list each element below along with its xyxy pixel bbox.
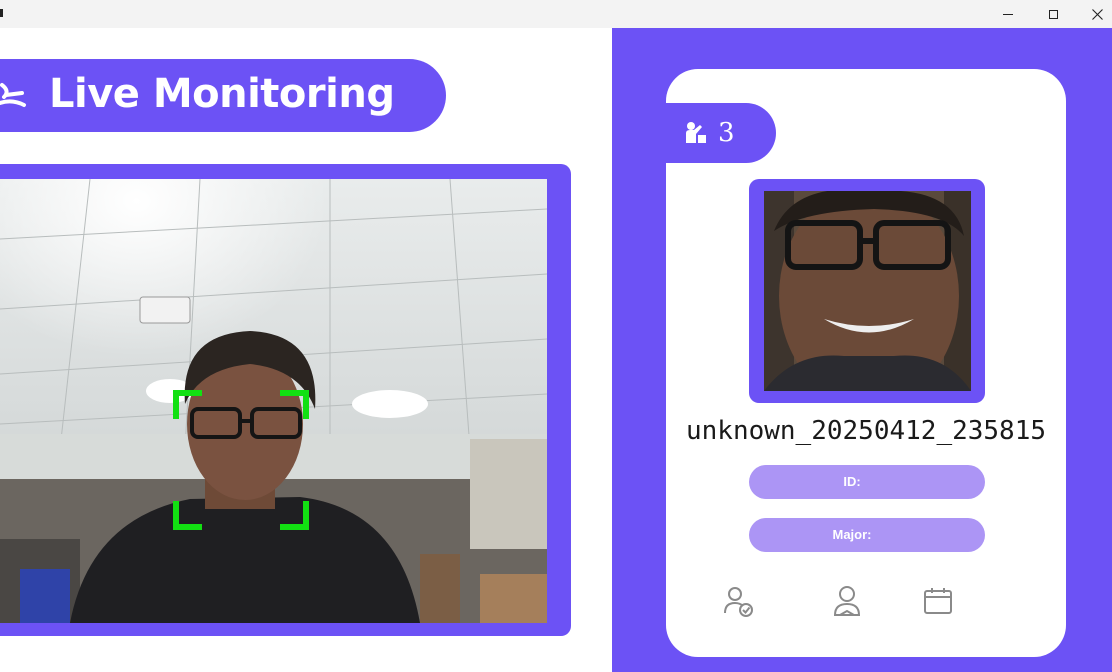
minimize-button[interactable] (985, 0, 1031, 28)
minimize-icon (1003, 13, 1013, 15)
recognized-face-photo (764, 191, 971, 391)
student-icon[interactable] (832, 585, 862, 619)
window-title-bar (0, 0, 1112, 28)
attendance-count: 3 (718, 118, 735, 148)
recognized-person-name: unknown_20250412_235815 (685, 416, 1047, 446)
attendance-count-badge: 3 (666, 103, 776, 163)
page-title: Live Monitoring (49, 71, 395, 117)
wave-icon (0, 83, 26, 107)
camera-frame (0, 164, 571, 636)
person-presenting-icon (686, 122, 706, 143)
recognized-face-frame (749, 179, 985, 403)
calendar-icon[interactable] (922, 585, 954, 617)
header-banner: Live Monitoring (0, 59, 446, 132)
maximize-button[interactable] (1030, 0, 1076, 28)
live-camera-feed (0, 179, 547, 623)
person-card: 3 unknown_20250412_235815 ID: Major: (666, 69, 1066, 657)
close-icon (1091, 8, 1103, 20)
major-field: Major: (749, 518, 985, 552)
id-field: ID: (749, 465, 985, 499)
app-icon (0, 9, 3, 17)
side-panel: 3 unknown_20250412_235815 ID: Major: (612, 28, 1112, 672)
attendance-check-icon[interactable] (722, 585, 756, 619)
close-button[interactable] (1074, 0, 1112, 28)
maximize-icon (1048, 9, 1058, 19)
